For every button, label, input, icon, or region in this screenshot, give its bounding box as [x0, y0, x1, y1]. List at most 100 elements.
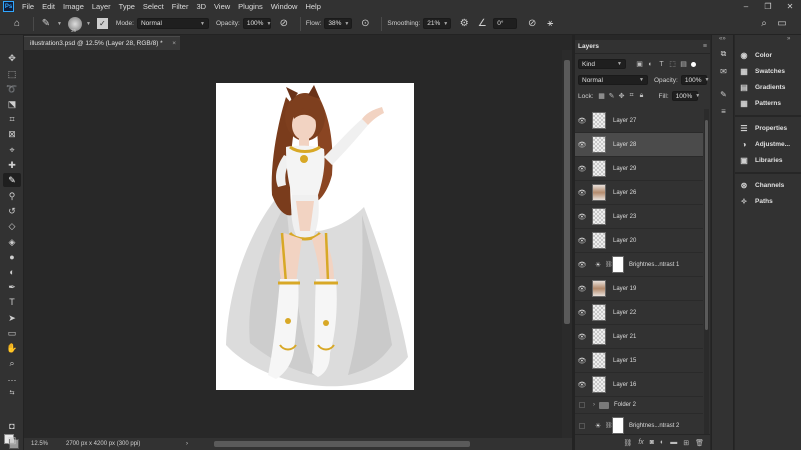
history-brush-tool-icon[interactable]: ↺ — [3, 204, 21, 218]
panel-swatches[interactable]: ▦ Swatches — [739, 64, 785, 78]
layer-row[interactable]: 👁︎ Layer 19 — [575, 277, 703, 301]
symmetry-icon[interactable]: ⚹ — [543, 17, 557, 31]
lock-image-icon[interactable]: ✎ — [607, 92, 617, 101]
visibility-eye-icon[interactable]: 👁︎ — [575, 117, 589, 125]
tool-presets-icon[interactable]: ≡ — [717, 105, 730, 117]
eraser-tool-icon[interactable]: ◇ — [3, 219, 21, 233]
airbrush-icon[interactable]: ⊙ — [358, 17, 372, 31]
more-tools-icon[interactable]: ⋯ — [3, 373, 21, 387]
visibility-eye-icon[interactable]: 👁︎ — [575, 333, 589, 341]
healing-brush-tool-icon[interactable]: ✚ — [3, 158, 21, 172]
menu-3d[interactable]: 3D — [192, 2, 210, 11]
blend-mode-select[interactable]: Normal ▼ — [578, 75, 648, 85]
collapse-arrows-icon[interactable]: «» — [719, 36, 726, 42]
visibility-eye-icon[interactable]: 👁︎ — [575, 357, 589, 365]
folder-icon[interactable]: ▬ — [670, 439, 677, 446]
mask-icon[interactable]: ◙ — [650, 439, 654, 446]
panel-properties[interactable]: ☰ Properties — [739, 121, 787, 135]
artwork-canvas[interactable] — [216, 83, 414, 390]
menu-filter[interactable]: Filter — [168, 2, 193, 11]
panel-paths[interactable]: ✧ Paths — [739, 194, 773, 208]
object-select-tool-icon[interactable]: ⬔ — [3, 97, 21, 111]
panel-menu-icon[interactable]: ≡ — [703, 43, 707, 50]
search-icon[interactable]: ⌕ — [757, 17, 771, 31]
layer-row[interactable]: 👁︎ Layer 21 — [575, 325, 703, 349]
rectangle-tool-icon[interactable]: ▭ — [3, 326, 21, 340]
screen-mode-icon[interactable]: ▣ — [3, 433, 21, 447]
hand-tool-icon[interactable]: ✋ — [3, 341, 21, 355]
comments-icon[interactable]: ✉ — [717, 65, 730, 77]
type-filter-icon[interactable]: T — [657, 60, 666, 69]
menu-plugins[interactable]: Plugins — [234, 2, 267, 11]
visibility-eye-icon[interactable]: 👁︎ — [575, 237, 589, 245]
move-tool-icon[interactable]: ✥ — [3, 51, 21, 65]
menu-edit[interactable]: Edit — [38, 2, 59, 11]
shape-filter-icon[interactable]: ⬚ — [668, 60, 677, 69]
canvas-vertical-scrollbar-thumb[interactable] — [564, 60, 570, 324]
marquee-tool-icon[interactable]: ⬚ — [3, 67, 21, 81]
visibility-eye-icon[interactable]: 👁︎ — [575, 261, 589, 269]
chevron-right-icon[interactable]: › — [593, 402, 595, 408]
visibility-eye-icon[interactable]: 👁︎ — [575, 189, 589, 197]
path-selection-tool-icon[interactable]: ➤ — [3, 311, 21, 325]
workspace-icon[interactable]: ▭ — [775, 17, 789, 31]
pressure-opacity-icon[interactable]: ⊘ — [277, 17, 291, 31]
layer-mask-thumbnail[interactable] — [612, 256, 624, 273]
layer-row[interactable]: 👁︎ Layer 16 — [575, 373, 703, 397]
chevron-down-icon[interactable]: ▼ — [57, 21, 62, 27]
clone-stamp-tool-icon[interactable]: ⚲ — [3, 189, 21, 203]
brush-settings-icon[interactable]: ✎ — [717, 88, 730, 100]
panel-gradients[interactable]: ▤ Gradients — [739, 80, 785, 94]
smart-object-filter-icon[interactable]: ▤ — [679, 60, 688, 69]
blur-tool-icon[interactable]: ● — [3, 250, 21, 264]
layer-row[interactable]: 👁︎ Layer 15 — [575, 349, 703, 373]
lock-artboard-icon[interactable]: ⌗ — [627, 92, 637, 101]
eyedropper-tool-icon[interactable]: ⌖ — [3, 143, 21, 157]
adjustment-filter-icon[interactable]: ◐ — [646, 60, 655, 69]
fx-icon[interactable]: fx — [638, 439, 643, 446]
visibility-eye-icon[interactable]: 👁︎ — [575, 165, 589, 173]
minimize-button[interactable]: – — [735, 0, 757, 13]
lock-transparent-icon[interactable]: ▦ — [597, 92, 607, 101]
link-icon[interactable]: ⛓ — [605, 261, 613, 268]
lock-all-icon[interactable]: 🔒︎ — [637, 92, 647, 101]
paint-bucket-tool-icon[interactable]: ◈ — [3, 235, 21, 249]
adjustment-layer-row[interactable]: 👁︎ ☀ ⛓ Brightnes...ntrast 1 — [575, 253, 703, 277]
link-icon[interactable]: ⛓ — [605, 422, 613, 429]
lock-position-icon[interactable]: ✥ — [617, 92, 627, 101]
layer-row[interactable]: 👁︎ Layer 20 — [575, 229, 703, 253]
visibility-eye-icon[interactable]: 👁︎ — [575, 381, 589, 389]
flow-input[interactable]: 38% ▼ — [324, 18, 353, 29]
menu-file[interactable]: File — [18, 2, 38, 11]
filter-kind-select[interactable]: Kind ▼ — [578, 59, 626, 69]
pen-tool-icon[interactable]: ✒ — [3, 280, 21, 294]
visibility-eye-icon[interactable]: 👁︎ — [575, 141, 589, 149]
gear-icon[interactable]: ⚙ — [457, 17, 471, 31]
menu-layer[interactable]: Layer — [88, 2, 115, 11]
close-window-button[interactable]: ✕ — [779, 0, 801, 13]
layer-opacity-input[interactable]: 100% ▼ — [680, 75, 709, 85]
visibility-toggle-empty[interactable] — [579, 422, 585, 429]
layer-row[interactable]: 👁︎ Layer 27 — [575, 109, 703, 133]
zoom-tool-icon[interactable]: ⌕ — [3, 356, 21, 370]
collapse-arrows-icon[interactable]: » — [787, 36, 790, 42]
menu-type[interactable]: Type — [115, 2, 139, 11]
folder-row[interactable]: › Folder 2 — [575, 397, 703, 414]
panel-adjustments[interactable]: ◑ Adjustme... — [739, 137, 790, 151]
pressure-size-icon[interactable]: ⊘ — [525, 17, 539, 31]
menu-image[interactable]: Image — [59, 2, 88, 11]
brush-tool-icon[interactable]: ✎ — [3, 173, 21, 187]
menu-help[interactable]: Help — [301, 2, 324, 11]
frame-tool-icon[interactable]: ⊠ — [3, 127, 21, 141]
filter-toggle[interactable] — [691, 61, 696, 67]
menu-view[interactable]: View — [210, 2, 234, 11]
menu-window[interactable]: Window — [267, 2, 302, 11]
panel-color[interactable]: ◉ Color — [739, 48, 772, 62]
document-tab[interactable]: illustration3.psd @ 12.5% (Layer 28, RGB… — [24, 36, 180, 50]
visibility-eye-icon[interactable]: 👁︎ — [575, 309, 589, 317]
layer-mask-thumbnail[interactable] — [612, 417, 624, 434]
brush-tool-icon[interactable]: ✎ — [39, 17, 53, 31]
pixel-filter-icon[interactable]: ▣ — [635, 60, 644, 69]
mode-select[interactable]: Normal ▼ — [136, 18, 209, 29]
zoom-level[interactable]: 12.5% — [24, 441, 56, 447]
